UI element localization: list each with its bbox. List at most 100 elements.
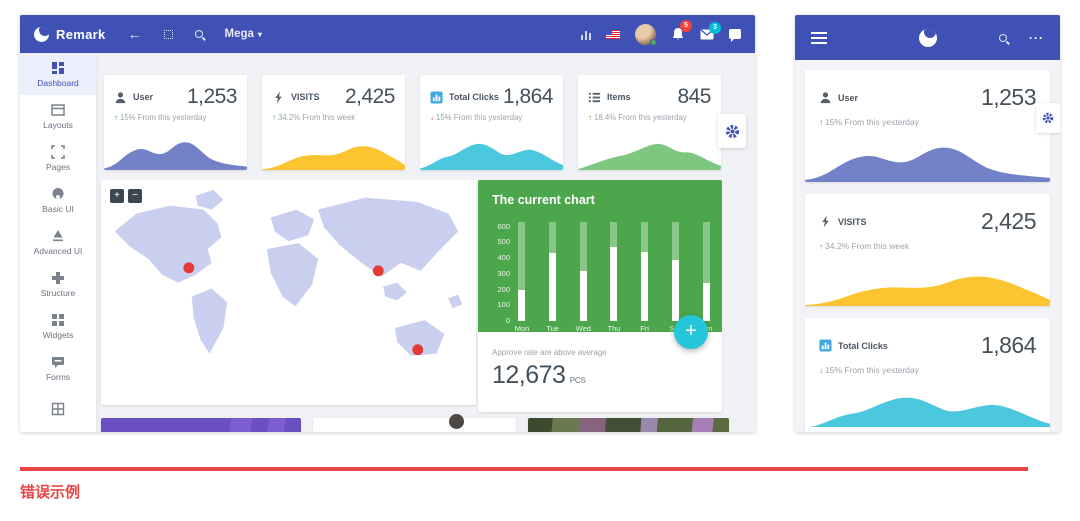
notifications-bell[interactable]: 5 (671, 27, 685, 41)
sidebar-item-label: Layouts (43, 120, 73, 130)
map-zoom-out-button[interactable]: − (128, 189, 142, 203)
sidebar-item-pages[interactable]: Pages (20, 137, 96, 179)
back-arrow-icon[interactable]: ← (128, 26, 142, 42)
current-chart-card: The current chart 0100200300400500600 Mo… (478, 180, 722, 412)
sidebar-item-label: Forms (46, 372, 70, 382)
stat-card-header: Total Clicks1,864 (805, 318, 1050, 359)
map-marker[interactable] (373, 265, 384, 276)
messages-envelope[interactable]: 3 (700, 29, 714, 40)
bar-thu[interactable] (610, 222, 617, 321)
clipped-card-edge (805, 427, 1050, 432)
stat-card-user: User1,253↑15% From this yesterday (104, 75, 247, 170)
purple-banner-card (101, 418, 301, 432)
x-axis-tick-label: Mon (512, 324, 532, 332)
stat-value: 845 (677, 85, 711, 109)
user-icon (114, 91, 127, 104)
sidebar-item-basic-ui[interactable]: Basic UI (20, 179, 96, 221)
settings-toggle-tab[interactable] (718, 114, 746, 148)
sidebar-item-label: Structure (41, 288, 76, 298)
stat-card-visits: VISITS2,425↑34.2% From this week (805, 194, 1050, 306)
sidebar-item-label: Advanced UI (34, 246, 83, 256)
stat-card-header: Items845 (578, 75, 721, 109)
sparkline-chart (262, 128, 405, 170)
approve-value-unit: PCS (569, 375, 585, 385)
stat-delta-text: 34.2% From this week (278, 113, 355, 122)
trend-arrow-icon: ↓ (819, 366, 823, 375)
stat-delta-text: 15% From this yesterday (825, 117, 919, 127)
sidebar-item-tables[interactable] (20, 389, 96, 431)
content-area: User1,253↑15% From this yesterdayVISITS2… (96, 53, 755, 432)
stat-label: Total Clicks (449, 92, 499, 102)
stat-card-items: Items845↑18.4% From this yesterday (578, 75, 721, 170)
bar-wed[interactable] (580, 222, 587, 321)
stat-card-visits: VISITS2,425↑34.2% From this week (262, 75, 405, 170)
map-marker[interactable] (183, 262, 194, 273)
y-axis-tick-label: 200 (486, 285, 510, 294)
stat-delta: ↑34.2% From this week (805, 235, 1050, 251)
sidebar-item-label: Pages (46, 162, 70, 172)
y-axis-tick-label: 600 (486, 222, 510, 231)
map-marker[interactable] (412, 344, 423, 355)
remark-logo-icon[interactable] (919, 29, 937, 47)
avatar (449, 414, 464, 429)
user-avatar[interactable] (635, 24, 656, 45)
stat-card-row: User1,253↑15% From this yesterdayVISITS2… (104, 75, 721, 170)
mega-menu[interactable]: Mega ▾ (225, 28, 262, 40)
approve-value-number: 12,673 (492, 361, 565, 389)
sidebar-item-widgets[interactable]: Widgets (20, 305, 96, 347)
sidebar-nav: Dashboard Layouts Pages Basic UI Advanced UI… (20, 53, 96, 432)
sidebar-item-structure[interactable]: Structure (20, 263, 96, 305)
bar-tue[interactable] (549, 222, 556, 321)
annotation-caption: 错误示例 (20, 481, 80, 502)
dashboard-window: Remark ← Mega ▾ 5 3 (20, 15, 755, 432)
sparkline-chart (805, 378, 1050, 430)
y-axis-tick-label: 300 (486, 269, 510, 278)
stat-value: 1,864 (981, 332, 1036, 359)
navbar-right-group: 5 3 (581, 24, 742, 45)
bar-fill (518, 290, 525, 321)
stat-delta: ↑15% From this yesterday (805, 111, 1050, 127)
forms-icon (51, 355, 65, 369)
chat-icon[interactable] (729, 29, 741, 39)
chart-title: The current chart (492, 193, 595, 207)
map-zoom-in-button[interactable]: + (110, 189, 124, 203)
y-axis-tick-label: 0 (486, 316, 510, 325)
bar-fill (703, 283, 710, 321)
language-flag-icon[interactable] (606, 30, 620, 39)
sidebar-item-layouts[interactable]: Layouts (20, 95, 96, 137)
bar-sun[interactable] (703, 222, 710, 321)
y-axis-tick-label: 500 (486, 237, 510, 246)
stat-label: User (838, 93, 858, 103)
more-options-icon[interactable]: ··· (1029, 31, 1044, 45)
sparkline-chart (805, 254, 1050, 306)
search-icon[interactable] (195, 30, 203, 38)
bar-fri[interactable] (641, 222, 648, 321)
stat-delta-text: 15% From this yesterday (825, 365, 919, 375)
bar-mon[interactable] (518, 222, 525, 321)
layouts-icon (51, 103, 65, 117)
bar-fill (580, 271, 587, 321)
structure-icon (51, 271, 65, 285)
fullscreen-icon[interactable] (164, 30, 173, 39)
search-icon[interactable] (999, 34, 1007, 42)
screenshot-canvas: Remark ← Mega ▾ 5 3 (0, 0, 1080, 521)
add-fab-button[interactable]: + (674, 315, 708, 349)
activity-chart-icon[interactable] (581, 29, 592, 40)
pages-icon (51, 145, 65, 159)
x-axis-tick-label: Thu (604, 324, 624, 332)
sidebar-item-advanced-ui[interactable]: Advanced UI (20, 221, 96, 263)
sparkline-chart (104, 128, 247, 170)
sidebar-item-dashboard[interactable]: Dashboard (20, 53, 96, 95)
brand[interactable]: Remark (34, 27, 106, 42)
bar-sat[interactable] (672, 222, 679, 321)
stat-delta-text: 15% From this yesterday (436, 113, 522, 122)
sidebar-item-forms[interactable]: Forms (20, 347, 96, 389)
online-status-dot (650, 39, 657, 46)
hamburger-menu-icon[interactable] (811, 32, 827, 44)
settings-toggle-tab[interactable] (1036, 103, 1060, 133)
sparkline-chart (578, 128, 721, 170)
world-map[interactable] (101, 180, 476, 397)
sidebar-item-label: Widgets (43, 330, 74, 340)
brand-name: Remark (56, 27, 106, 42)
trend-arrow-icon: ↓ (430, 113, 434, 122)
